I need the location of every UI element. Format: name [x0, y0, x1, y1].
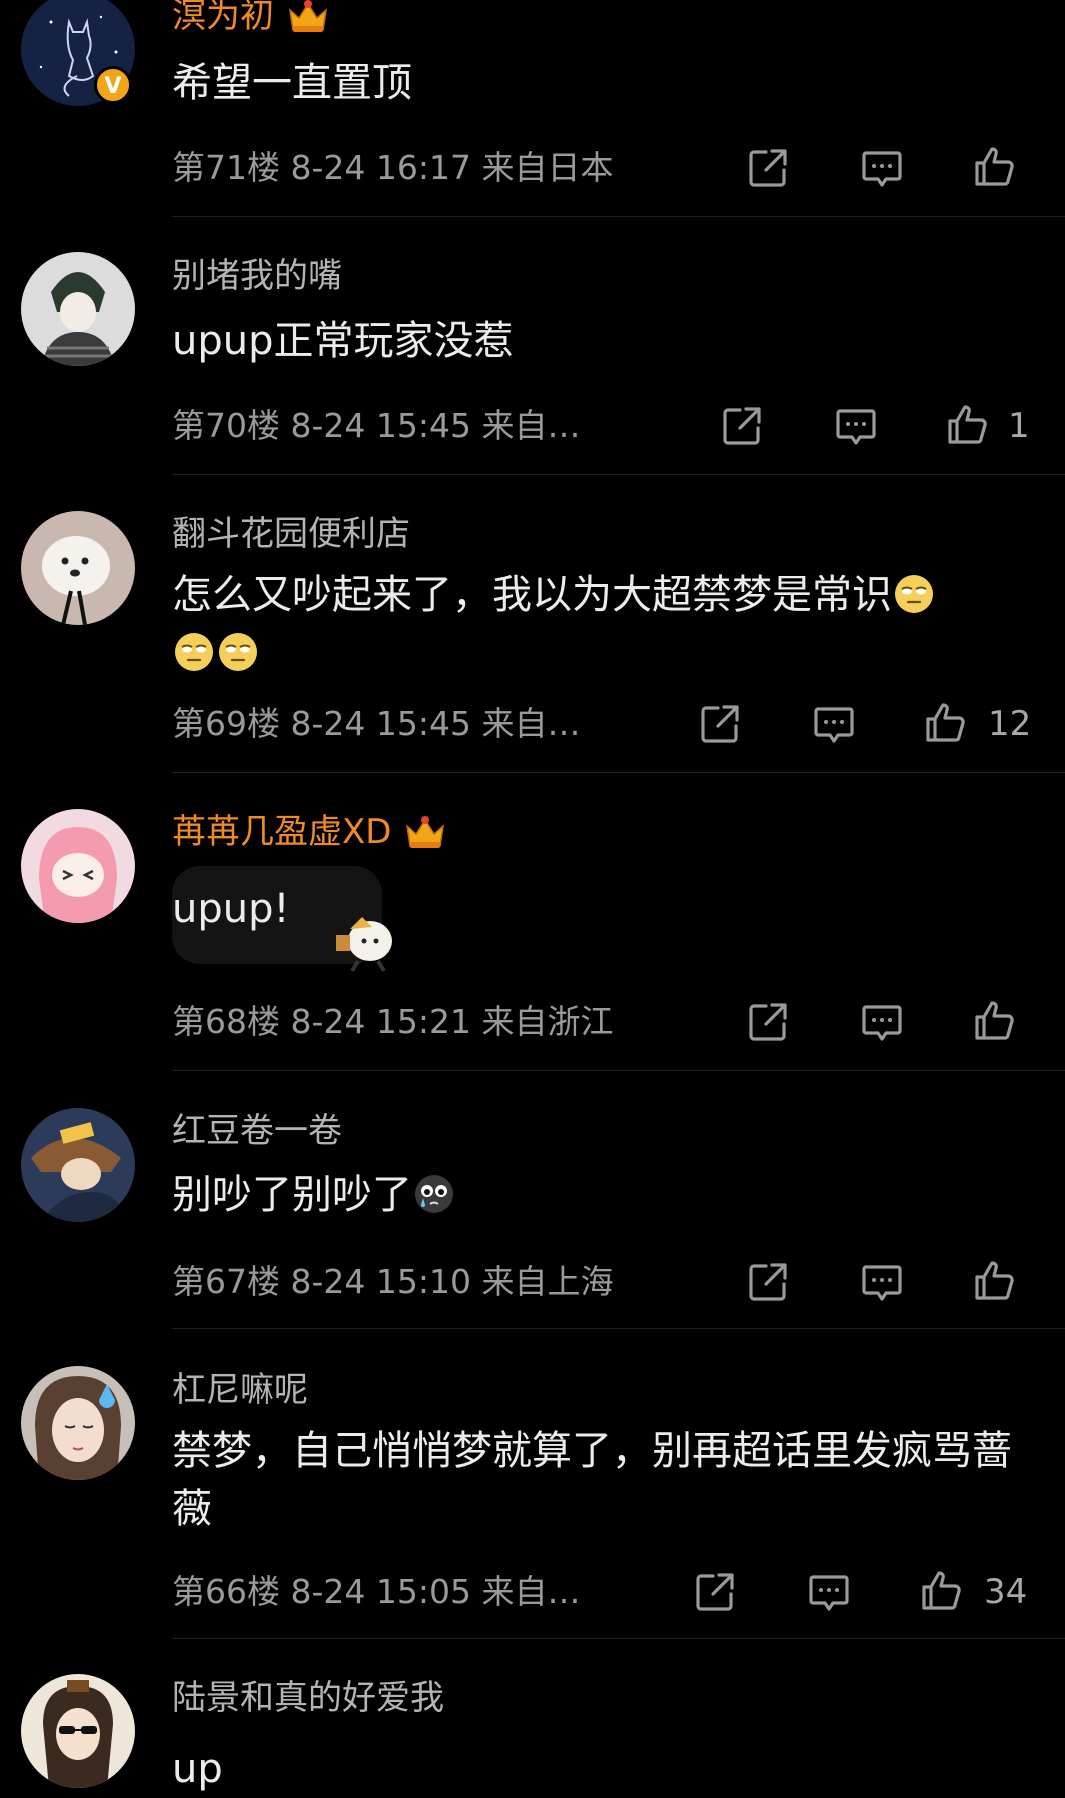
avatar[interactable] [21, 1674, 135, 1788]
like-count: 34 [984, 1572, 1028, 1612]
comment-meta: 第66楼 8-24 15:05 来自… [172, 1572, 581, 1611]
comment-text-content: 怎么又吵起来了，我以为大超禁梦是常识 [172, 572, 892, 618]
username-text: 苒苒几盈虚XD [172, 812, 392, 852]
share-icon[interactable] [720, 404, 764, 448]
username[interactable]: 红豆卷一卷 [172, 1111, 342, 1151]
share-icon[interactable] [693, 1570, 737, 1614]
thumbs-up-icon[interactable] [924, 700, 968, 744]
thumbs-up-icon[interactable] [973, 144, 1017, 188]
username[interactable]: 别堵我的嘴 [172, 256, 342, 296]
username[interactable]: 陆景和真的好爱我 [172, 1678, 444, 1718]
username-text: 溟为初 [172, 0, 274, 36]
like-count: 12 [988, 704, 1032, 744]
crown-icon [286, 0, 330, 36]
comment-meta: 第69楼 8-24 15:45 来自… [172, 704, 581, 743]
comment-text: upup! [172, 886, 290, 932]
comment-text: 希望一直置顶 [172, 60, 412, 106]
share-icon[interactable] [746, 146, 790, 190]
divider [172, 1328, 1065, 1329]
comment-text: 禁梦，自己悄悄梦就算了，别再超话里发疯骂蔷薇 [172, 1428, 1012, 1532]
comment-icon[interactable] [860, 1260, 904, 1304]
username-text: 红豆卷一卷 [172, 1111, 342, 1151]
divider [172, 216, 1065, 217]
share-icon[interactable] [746, 1260, 790, 1304]
verified-badge: V [94, 66, 132, 104]
divider [172, 474, 1065, 475]
username[interactable]: 杠尼嘛呢 [172, 1370, 308, 1410]
comment-text: 怎么又吵起来了，我以为大超禁梦是常识 [172, 566, 1032, 682]
eye-roll-emoji [894, 574, 934, 614]
comment-text-content: 别吵了别吵了 [172, 1172, 412, 1218]
thumbs-up-icon[interactable] [973, 998, 1017, 1042]
comment-text: up [172, 1746, 223, 1792]
username[interactable]: 苒苒几盈虚XD [172, 812, 447, 852]
crown-icon [403, 812, 447, 852]
comment-icon[interactable] [812, 702, 856, 746]
comment-text: upup正常玩家没惹 [172, 318, 514, 364]
avatar[interactable] [21, 252, 135, 366]
divider [172, 1070, 1065, 1071]
crying-emoji [414, 1174, 454, 1214]
comment-meta: 第68楼 8-24 15:21 来自浙江 [172, 1002, 614, 1041]
comment-icon[interactable] [834, 404, 878, 448]
thumbs-up-icon[interactable] [973, 1258, 1017, 1302]
comment-text: 别吵了别吵了 [172, 1166, 1032, 1224]
username-text: 翻斗花园便利店 [172, 514, 410, 554]
comment-meta: 第70楼 8-24 15:45 来自… [172, 406, 581, 445]
avatar[interactable] [21, 809, 135, 923]
comment-icon[interactable] [807, 1570, 851, 1614]
username-text: 别堵我的嘴 [172, 256, 342, 296]
username-text: 杠尼嘛呢 [172, 1370, 308, 1410]
avatar[interactable] [21, 1108, 135, 1222]
thumbs-up-icon[interactable] [920, 1568, 964, 1612]
comment-icon[interactable] [860, 1000, 904, 1044]
divider [172, 772, 1065, 773]
eye-roll-emoji [174, 632, 214, 672]
divider [172, 1638, 1065, 1639]
eye-roll-emoji [218, 632, 258, 672]
share-icon[interactable] [746, 1000, 790, 1044]
comment-icon[interactable] [860, 146, 904, 190]
username[interactable]: 翻斗花园便利店 [172, 514, 410, 554]
username[interactable]: 溟为初 [172, 0, 330, 36]
comment-meta: 第71楼 8-24 16:17 来自日本 [172, 148, 614, 187]
sticker-image [336, 917, 392, 973]
avatar[interactable] [21, 1366, 135, 1480]
username-text: 陆景和真的好爱我 [172, 1678, 444, 1718]
avatar[interactable] [21, 511, 135, 625]
thumbs-up-icon[interactable] [946, 402, 990, 446]
share-icon[interactable] [698, 702, 742, 746]
comment-meta: 第67楼 8-24 15:10 来自上海 [172, 1262, 614, 1301]
like-count: 1 [1008, 406, 1030, 446]
